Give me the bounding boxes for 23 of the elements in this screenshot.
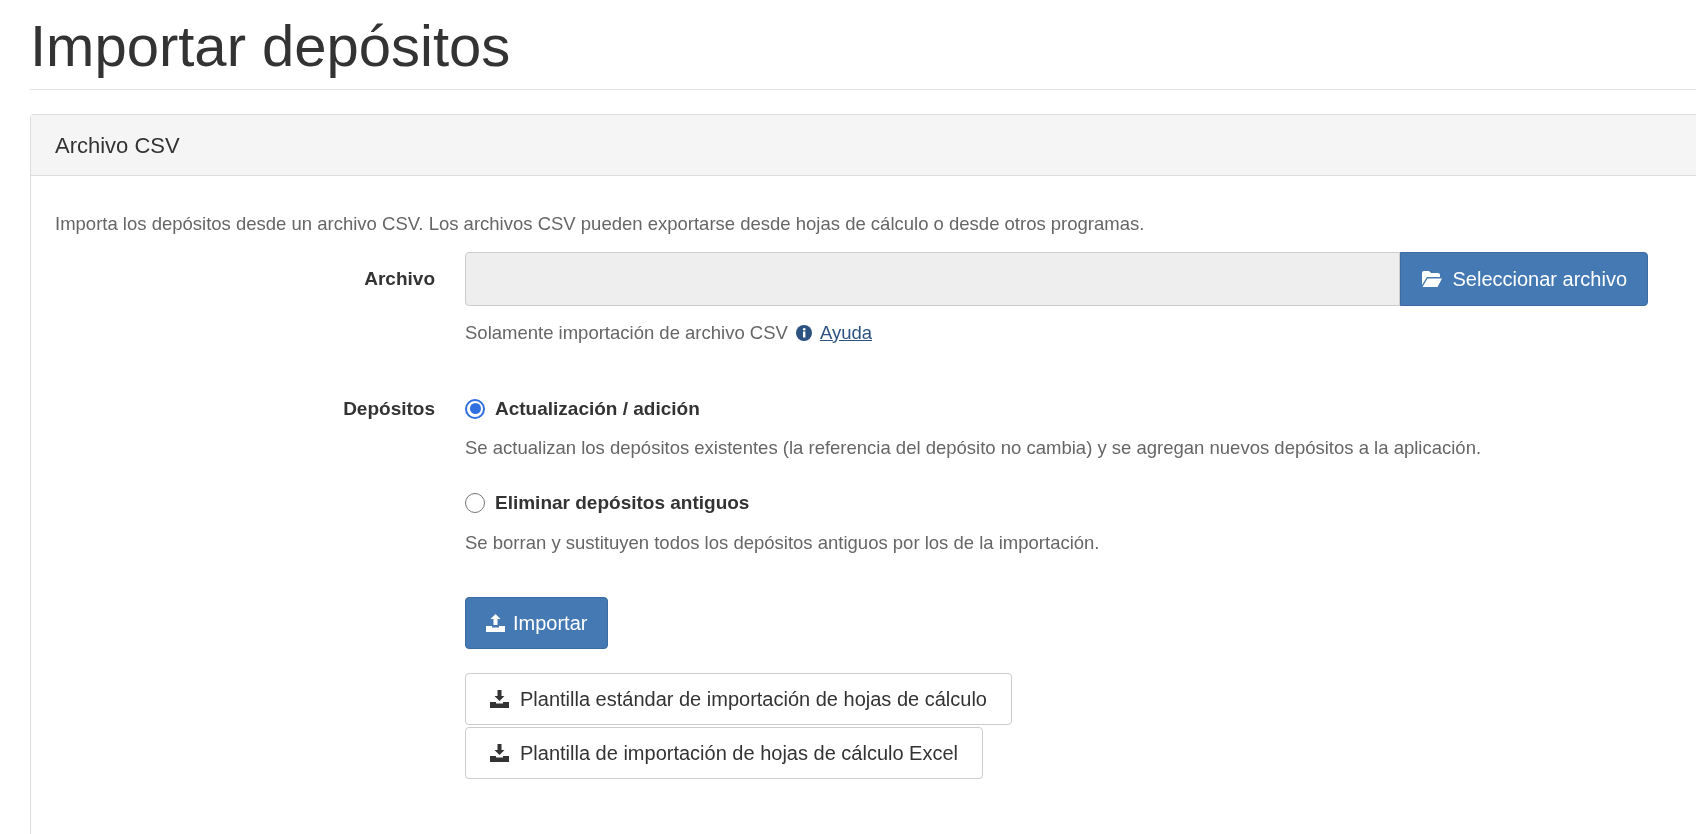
radio-button[interactable] — [465, 493, 485, 514]
import-button[interactable]: Importar — [465, 596, 609, 649]
select-file-button[interactable]: Seleccionar archivo — [1400, 251, 1648, 306]
download-icon — [490, 689, 509, 708]
download-icon — [490, 743, 509, 762]
help-link[interactable]: Ayuda — [819, 318, 872, 347]
field-label: Archivo — [364, 266, 435, 291]
help-text: Solamente importación de archivo CSV — [465, 320, 788, 345]
field-label: Depósitos — [343, 396, 435, 421]
panel-heading: Archivo CSV — [55, 131, 180, 160]
file-input-field[interactable] — [465, 251, 1401, 306]
template-download-button[interactable]: Plantilla estándar de importación de hojas de cálculo — [465, 672, 1012, 725]
option-label: Eliminar depósitos antiguos — [495, 491, 750, 515]
option-label: Actualización / adición — [495, 396, 700, 421]
description-text: Importa los depósitos desde un archivo CSV. Los archivos CSV pueden exportarse desde hojas de cálculo o desde otros programas. — [55, 212, 1145, 236]
radio-button[interactable] — [465, 398, 485, 419]
folder-icon — [1421, 269, 1444, 288]
info-icon — [795, 324, 812, 341]
upload-icon — [486, 613, 505, 632]
option-description: Se borran y sustituyen todos los depósitos antiguos por los de la importación. — [465, 530, 1101, 555]
page-title: Importar depósitos — [30, 12, 511, 80]
template-download-button[interactable]: Plantilla de importación de hojas de cálculo Excel — [465, 726, 984, 779]
option-description: Se actualizan los depósitos existentes (la referencia del depósito no cambia) y se agregan nuevos depósitos a la aplicación. — [465, 436, 1483, 460]
